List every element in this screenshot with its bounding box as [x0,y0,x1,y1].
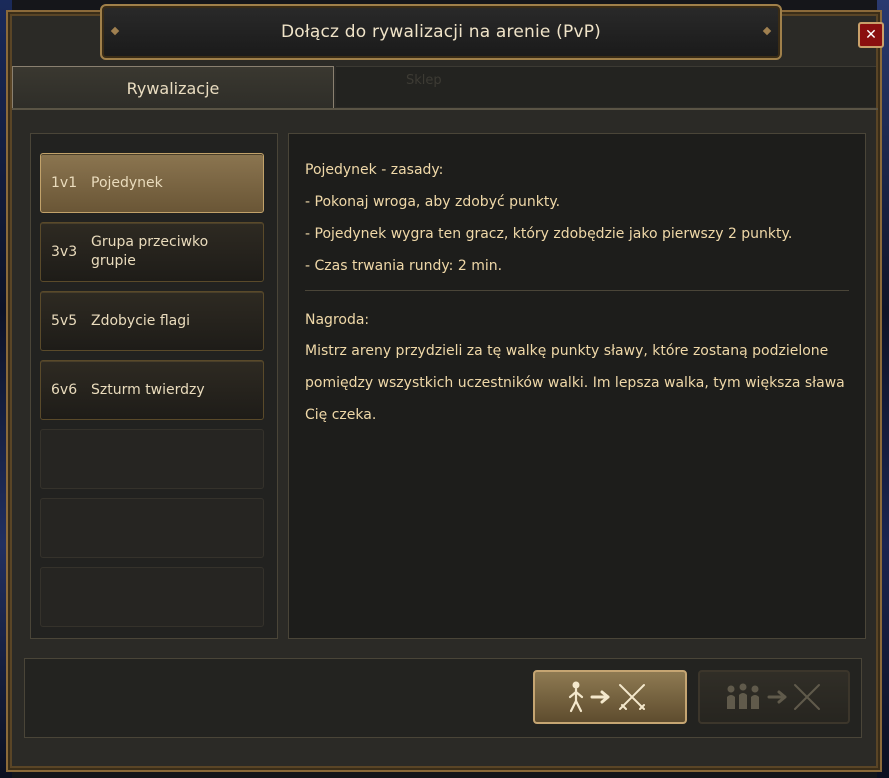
arena-code: 5v5 [51,313,78,329]
arena-name: Zdobycie flagi [91,312,191,329]
arena-list: 1v1 Pojedynek 3v3 Grupa przeciwko grupie… [30,133,278,639]
rule-line: - Czas trwania rundy: 2 min. [305,258,503,274]
arena-details: Pojedynek - zasady: - Pokonaj wroga, aby… [288,133,866,639]
empty-slot [40,498,264,558]
arena-code: 3v3 [51,244,78,260]
title-bar: Dołącz do rywalizacji na arenie (PvP) [100,4,782,60]
solo-join-icon [568,681,645,713]
window-title: Dołącz do rywalizacji na arenie (PvP) [280,22,602,42]
tab-sklep[interactable]: Sklep [336,66,876,107]
rule-line: - Pojedynek wygra ten gracz, który zdobę… [305,226,793,242]
reward-text: Mistrz areny przydzieli za tę walkę punk… [305,343,845,423]
empty-slot [40,567,264,627]
arena-item-3v3[interactable]: 3v3 Grupa przeciwko grupie [40,222,264,282]
join-group-button[interactable] [698,670,850,724]
arena-code: 1v1 [51,175,78,191]
arena-code: 6v6 [51,382,78,398]
tab-divider [12,108,878,110]
join-solo-button[interactable] [533,670,687,724]
tab-label: Rywalizacje [126,79,220,98]
arena-name: Szturm twierdzy [91,381,205,398]
rules-title: Pojedynek - zasady: [305,162,444,178]
arena-item-1v1[interactable]: 1v1 Pojedynek [40,153,264,213]
arena-item-5v5[interactable]: 5v5 Zdobycie flagi [40,291,264,351]
arena-item-6v6[interactable]: 6v6 Szturm twierdzy [40,360,264,420]
tab-rywalizacje[interactable]: Rywalizacje [12,66,334,110]
close-button[interactable]: ✕ [858,22,884,48]
arena-name: Pojedynek [91,174,163,191]
close-icon: ✕ [865,27,877,43]
tab-label: Sklep [406,73,442,88]
divider [305,290,849,291]
arena-name: Grupa przeciwko grupie [91,234,209,269]
empty-slot [40,429,264,489]
group-join-icon [727,683,820,710]
rule-line: - Pokonaj wroga, aby zdobyć punkty. [305,194,561,210]
reward-title: Nagroda: [305,312,370,328]
